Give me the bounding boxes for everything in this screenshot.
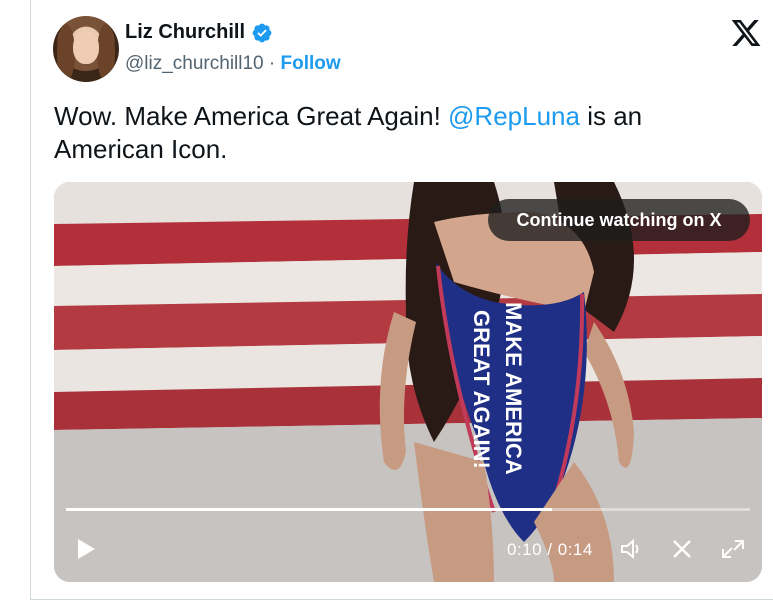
video-controls: 0:10 / 0:14 <box>54 532 762 562</box>
separator: · <box>263 53 281 74</box>
verified-badge-icon <box>252 23 272 42</box>
fullscreen-icon[interactable] <box>720 538 746 560</box>
author-handle[interactable]: @liz_churchill10 <box>125 53 264 74</box>
avatar[interactable] <box>53 16 119 82</box>
close-icon[interactable] <box>671 538 693 560</box>
continue-watching-button[interactable]: Continue watching on X <box>488 199 750 241</box>
x-logo-icon[interactable] <box>729 17 763 49</box>
follow-button[interactable]: Follow <box>281 53 341 74</box>
swimsuit-text-1: MAKE AMERICA <box>501 302 526 475</box>
tweet-text: Wow. Make America Great Again! @RepLuna … <box>54 100 734 166</box>
video-player[interactable]: MAKE AMERICA GREAT AGAIN! Continue watch… <box>54 182 762 582</box>
mention-link[interactable]: @RepLuna <box>448 101 580 131</box>
video-time: 0:10 / 0:14 <box>507 540 593 559</box>
progress-bar[interactable] <box>66 508 750 511</box>
video-frame: MAKE AMERICA GREAT AGAIN! <box>54 182 762 582</box>
progress-fill <box>66 508 552 511</box>
swimsuit-text-2: GREAT AGAIN! <box>469 310 494 469</box>
tweet-text-start: Wow. Make America Great Again! <box>54 101 449 131</box>
handle-row: @liz_churchill10 · Follow <box>125 53 341 75</box>
volume-icon[interactable] <box>620 538 644 560</box>
author-name-row[interactable]: Liz Churchill <box>125 21 273 44</box>
play-icon[interactable] <box>76 538 96 560</box>
author-name[interactable]: Liz Churchill <box>125 21 245 44</box>
